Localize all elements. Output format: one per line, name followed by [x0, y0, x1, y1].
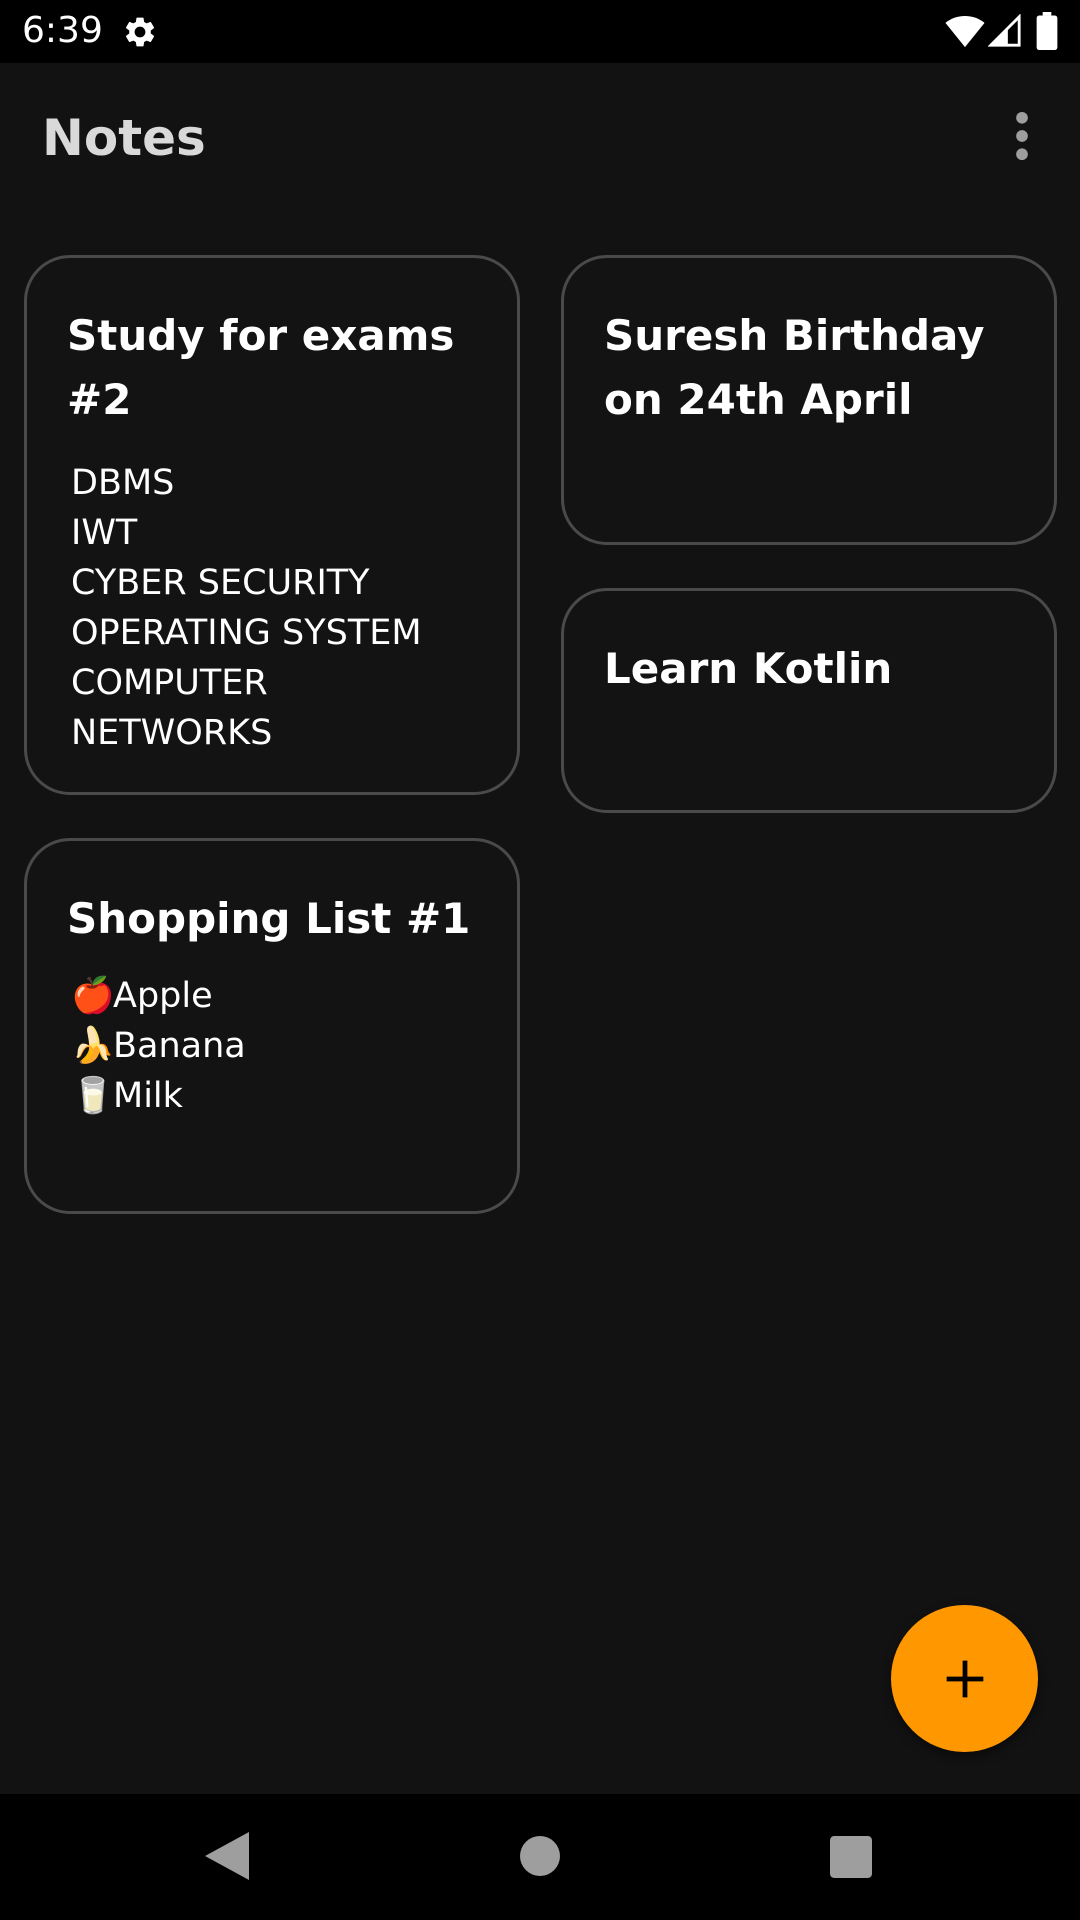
note-card-shopping-list[interactable]: Shopping List #1 🍎Apple 🍌Banana 🥛Milk [24, 838, 520, 1214]
recents-icon[interactable] [830, 1836, 872, 1878]
note-line: OPERATING SYSTEM [71, 613, 422, 653]
list-item: 🥛Milk [71, 1071, 497, 1121]
milk-emoji-icon: 🥛 [71, 1076, 115, 1116]
note-card-study[interactable]: Study for exams #2 DBMS IWT CYBER SECURI… [24, 255, 520, 795]
add-note-button[interactable] [891, 1605, 1038, 1752]
more-vert-icon[interactable] [1004, 110, 1040, 162]
banana-emoji-icon: 🍌 [71, 1026, 115, 1066]
list-item: 🍎Apple [71, 971, 497, 1021]
navigation-bar [0, 1794, 1080, 1920]
note-line: COMPUTER [71, 663, 268, 703]
app-title: Notes [42, 109, 206, 167]
note-body: DBMS IWT CYBER SECURITY OPERATING SYSTEM… [71, 458, 497, 758]
status-bar: 6:39 [0, 0, 1080, 63]
signal-icon [988, 14, 1021, 47]
notes-screen: 6:39 Notes Study for exams #2 DBMS IWT C… [0, 0, 1080, 1920]
note-card-suresh-birthday[interactable]: Suresh Birthday on 24th April [561, 255, 1057, 545]
gear-icon [125, 17, 155, 47]
note-line: NETWORKS [71, 713, 273, 753]
home-icon[interactable] [520, 1836, 560, 1876]
note-line: IWT [71, 513, 138, 553]
status-time: 6:39 [22, 10, 103, 51]
back-icon[interactable] [205, 1832, 249, 1880]
note-line: CYBER SECURITY [71, 563, 370, 603]
list-item-text: Milk [113, 1076, 183, 1116]
apple-emoji-icon: 🍎 [71, 976, 115, 1016]
list-item-text: Apple [113, 976, 213, 1016]
note-title: Learn Kotlin [604, 644, 893, 693]
note-body: 🍎Apple 🍌Banana 🥛Milk [71, 971, 497, 1121]
list-item-text: Banana [113, 1026, 246, 1066]
note-title: Study for exams #2 [67, 311, 455, 424]
wifi-icon [945, 16, 985, 48]
add-icon [946, 1660, 983, 1697]
note-line: DBMS [71, 463, 175, 503]
list-item: 🍌Banana [71, 1021, 497, 1071]
note-title: Suresh Birthday on 24th April [604, 311, 985, 424]
note-title: Shopping List #1 [67, 894, 471, 943]
battery-icon [1036, 12, 1058, 50]
note-card-learn-kotlin[interactable]: Learn Kotlin [561, 588, 1057, 813]
